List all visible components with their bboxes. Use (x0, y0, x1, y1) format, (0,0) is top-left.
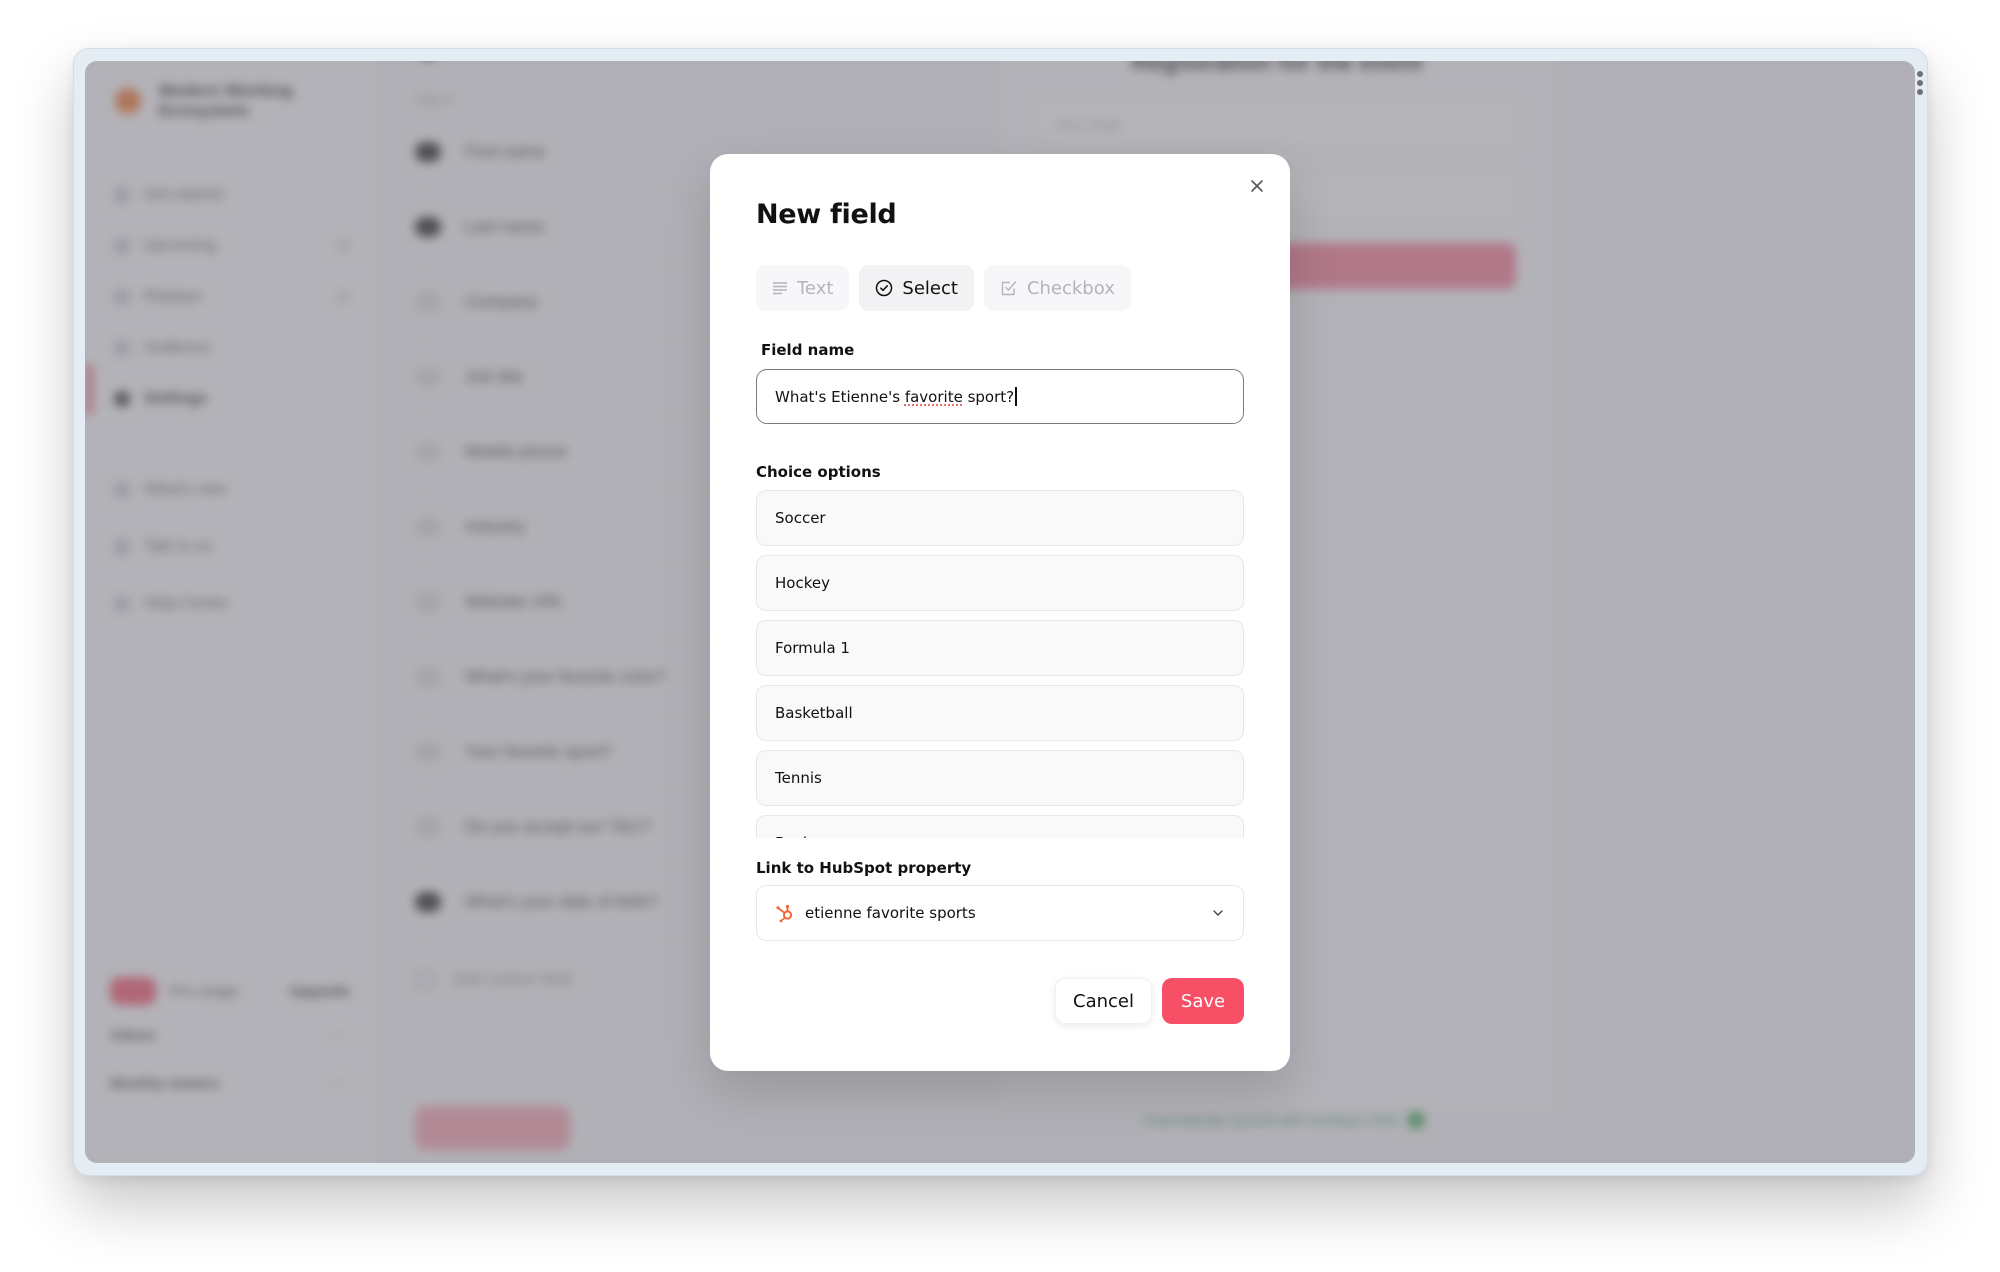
choice-options-list[interactable]: Soccer Hockey Formula 1 Basketball Tenni… (756, 490, 1244, 838)
hubspot-icon (776, 904, 793, 923)
field-name-text: What's Etienne's (775, 387, 905, 406)
field-name-text: sport? (962, 387, 1015, 406)
choice-option-input[interactable]: Soccer (756, 490, 1244, 546)
cancel-button[interactable]: Cancel (1055, 978, 1152, 1024)
tab-label: Text (797, 277, 834, 299)
tab-label: Select (902, 277, 958, 299)
choice-option-input[interactable]: Formula 1 (756, 620, 1244, 676)
tab-select[interactable]: Select (859, 265, 974, 311)
choice-option-input[interactable]: Boxing (756, 815, 1244, 838)
chevron-down-icon (1213, 910, 1223, 916)
checkbox-icon (1001, 281, 1017, 296)
field-name-input[interactable]: What's Etienne's favorite sport? (756, 369, 1244, 424)
choice-option-input[interactable]: Hockey (756, 555, 1244, 611)
tab-checkbox[interactable]: Checkbox (983, 265, 1131, 311)
hubspot-link-label: Link to HubSpot property (756, 859, 972, 877)
text-caret (1015, 387, 1017, 406)
new-field-modal: New field Text Select Checkbox Field nam… (710, 154, 1290, 1071)
field-name-label: Field name (761, 341, 855, 359)
hubspot-property-select[interactable]: etienne favorite sports (756, 885, 1244, 941)
choice-option-input[interactable]: Tennis (756, 750, 1244, 806)
close-button[interactable] (1246, 175, 1268, 197)
text-lines-icon (773, 282, 787, 295)
tab-text[interactable]: Text (756, 265, 850, 311)
save-button[interactable]: Save (1162, 978, 1244, 1024)
field-type-tabs: Text Select Checkbox (756, 265, 1131, 311)
more-options-icon[interactable] (1913, 71, 1927, 95)
close-icon (1251, 180, 1263, 192)
check-circle-icon (876, 279, 893, 297)
tab-label: Checkbox (1026, 277, 1115, 299)
choice-options-label: Choice options (756, 463, 881, 481)
spellcheck-word: favorite (904, 387, 963, 406)
selected-property: etienne favorite sports (805, 904, 976, 922)
choice-option-input[interactable]: Basketball (756, 685, 1244, 741)
modal-title: New field (756, 199, 897, 230)
